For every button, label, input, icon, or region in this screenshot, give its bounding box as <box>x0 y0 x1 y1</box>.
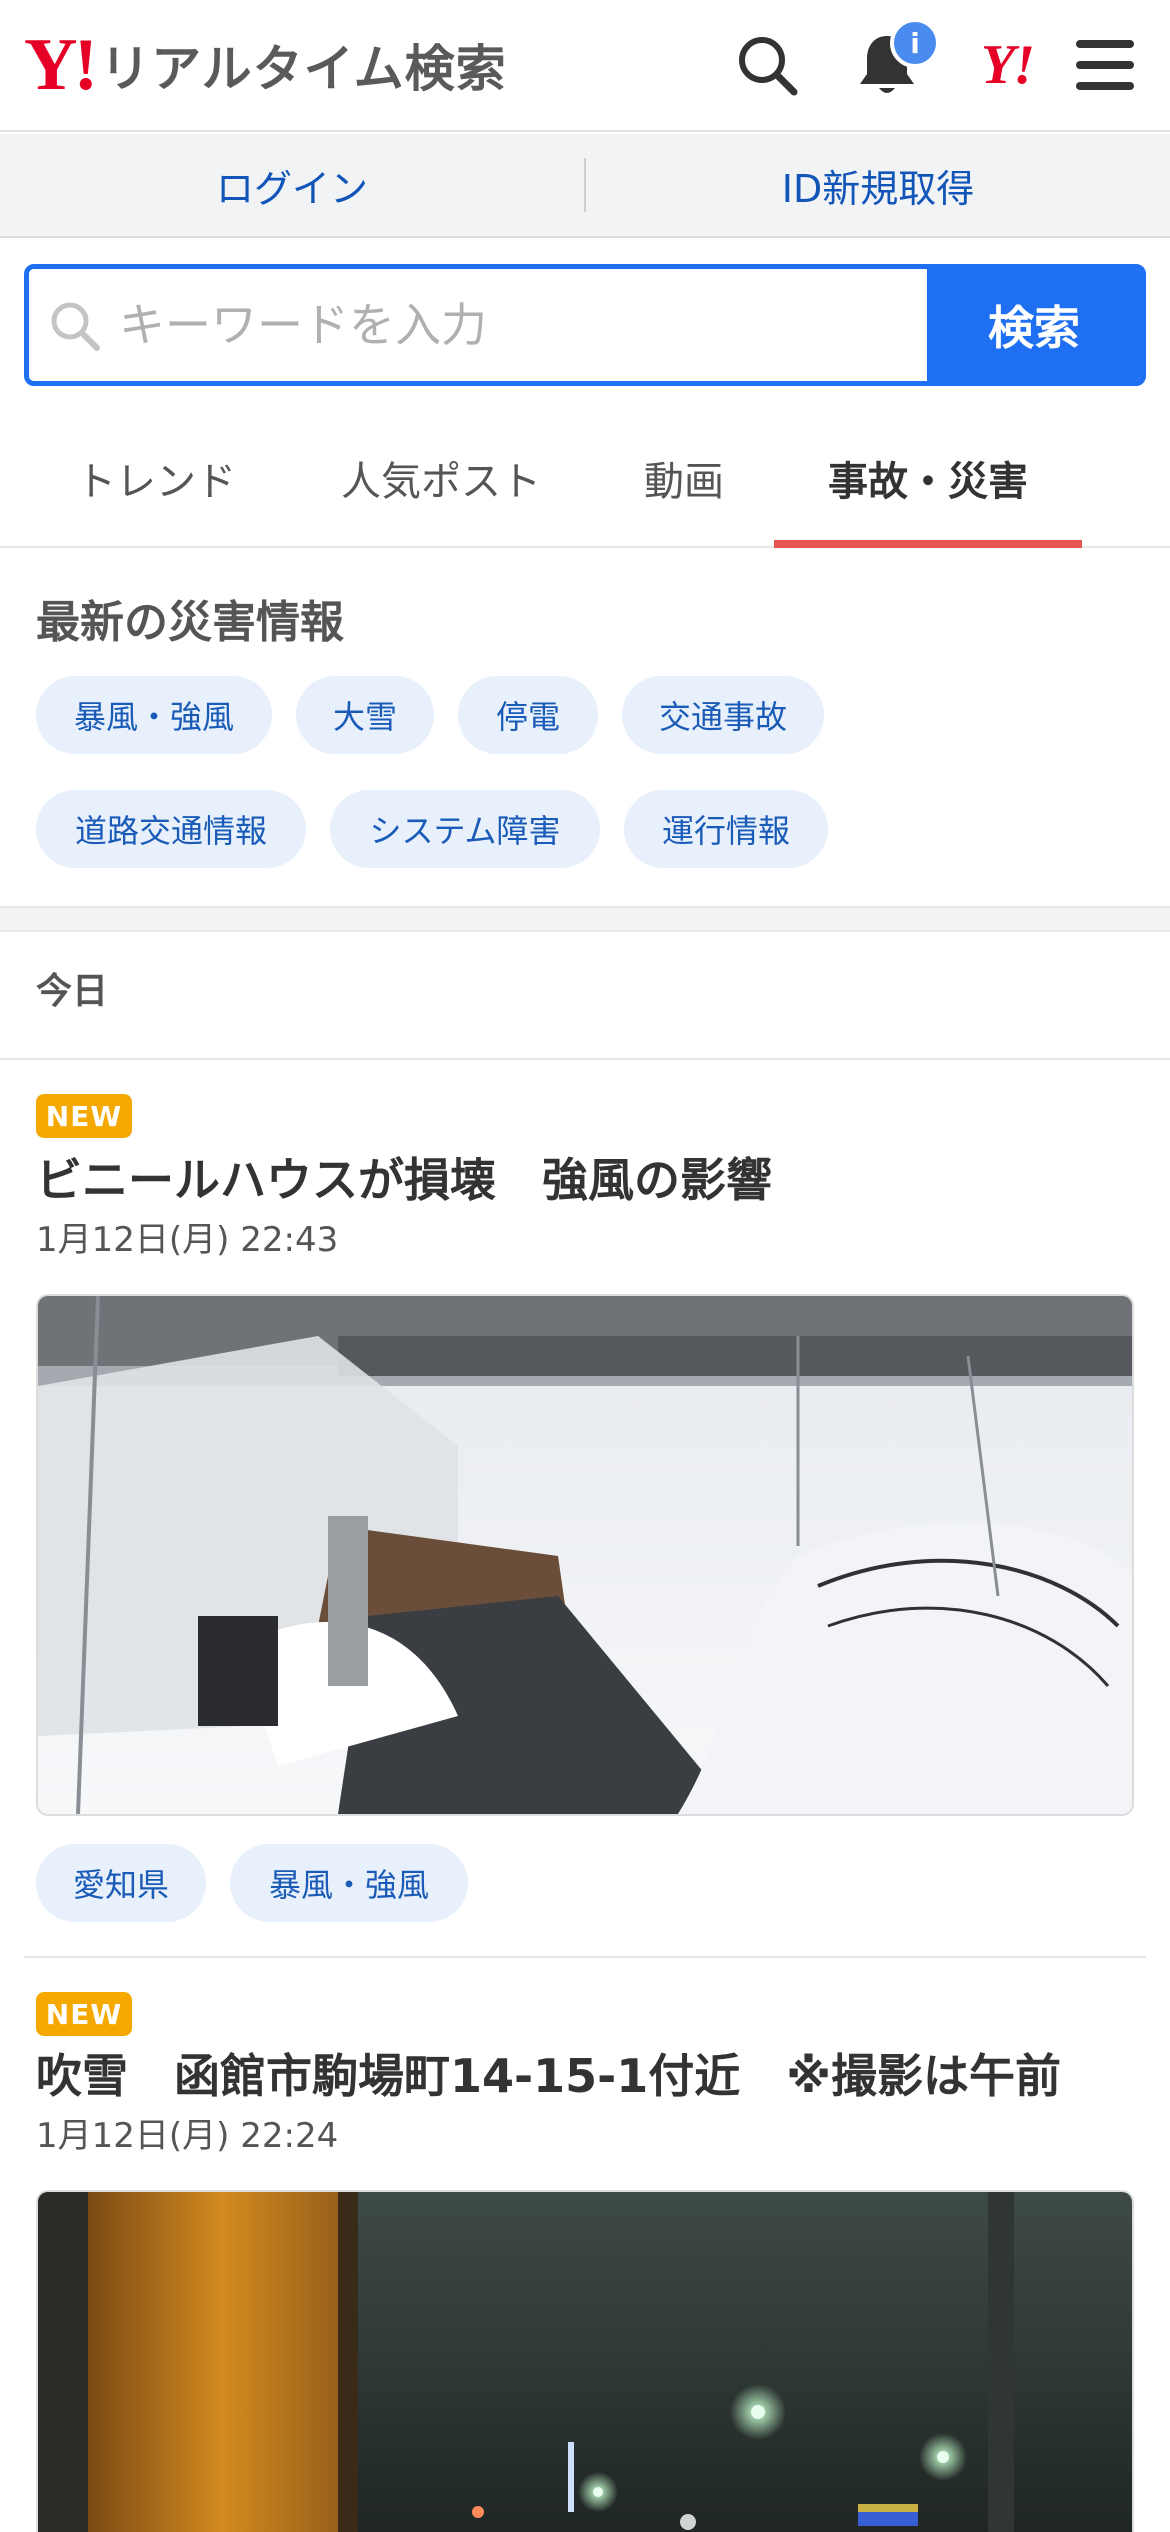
tab-accidents-disasters[interactable]: 事故・災害 <box>774 410 1082 548</box>
latest-disaster-info: 最新の災害情報 暴風・強風 大雪 停電 交通事故 道路交通情報 システム障害 運… <box>0 550 1170 906</box>
signup-link[interactable]: ID新規取得 <box>586 158 1170 213</box>
day-label: 今日 <box>36 971 109 1012</box>
search-icon-button[interactable] <box>732 30 802 100</box>
yahoo-realtime-logo[interactable]: Y! リアルタイム検索 <box>24 24 507 106</box>
chip-service-info[interactable]: 運行情報 <box>624 790 828 868</box>
post-image[interactable] <box>36 2190 1134 2532</box>
chip-heavy-snow[interactable]: 大雪 <box>296 676 434 754</box>
blizzard-night-photo <box>38 2192 1132 2532</box>
search-field <box>29 269 927 381</box>
tab-trend[interactable]: トレンド <box>36 410 276 546</box>
notification-button[interactable]: i <box>852 18 940 100</box>
search-icon <box>739 37 798 96</box>
post-image[interactable] <box>36 1294 1134 1816</box>
new-badge: NEW <box>36 1992 132 2036</box>
tab-video[interactable]: 動画 <box>616 410 752 546</box>
search-button[interactable]: 検索 <box>927 269 1141 381</box>
post-tag-aichi[interactable]: 愛知県 <box>36 1844 206 1922</box>
chip-storm[interactable]: 暴風・強風 <box>36 676 272 754</box>
yahoo-logo-mark: Y! <box>24 24 98 106</box>
new-badge: NEW <box>36 1094 132 1138</box>
divider <box>24 1956 1146 1958</box>
search-field-icon <box>29 298 119 352</box>
chip-system-failure[interactable]: システム障害 <box>330 790 600 868</box>
chip-road-traffic[interactable]: 道路交通情報 <box>36 790 306 868</box>
section-divider <box>0 906 1170 932</box>
chip-traffic-accident[interactable]: 交通事故 <box>622 676 824 754</box>
search-icon <box>51 302 100 351</box>
post-title[interactable]: 吹雪 函館市駒場町14-15-1付近 ※撮影は午前 <box>36 2040 1061 2106</box>
search-input[interactable] <box>118 298 927 352</box>
yahoo-top-link[interactable]: Y! <box>970 30 1044 100</box>
search-bar: 検索 <box>24 264 1146 386</box>
post-tag-storm[interactable]: 暴風・強風 <box>230 1844 468 1922</box>
hamburger-menu-icon <box>1076 40 1134 90</box>
login-link[interactable]: ログイン <box>0 158 584 213</box>
divider <box>0 1058 1170 1060</box>
post-title[interactable]: ビニールハウスが損壊 強風の影響 <box>36 1144 772 1210</box>
logo-text: リアルタイム検索 <box>100 40 507 98</box>
snow-greenhouse-photo <box>38 1296 1132 1814</box>
section-title: 最新の災害情報 <box>36 597 344 648</box>
post-date: 1月12日(月) 22:24 <box>36 2116 339 2156</box>
yahoo-icon: Y! <box>981 34 1035 96</box>
category-tabs: トレンド 人気ポスト 動画 事故・災害 <box>0 410 1170 548</box>
top-header: Y! リアルタイム検索 i Y! <box>0 0 1170 132</box>
post-date: 1月12日(月) 22:43 <box>36 1220 339 1260</box>
account-bar: ログイン ID新規取得 <box>0 134 1170 238</box>
menu-button[interactable] <box>1070 30 1140 100</box>
tab-popular-posts[interactable]: 人気ポスト <box>316 410 566 546</box>
notification-badge: i <box>890 18 940 68</box>
chip-power-outage[interactable]: 停電 <box>458 676 598 754</box>
